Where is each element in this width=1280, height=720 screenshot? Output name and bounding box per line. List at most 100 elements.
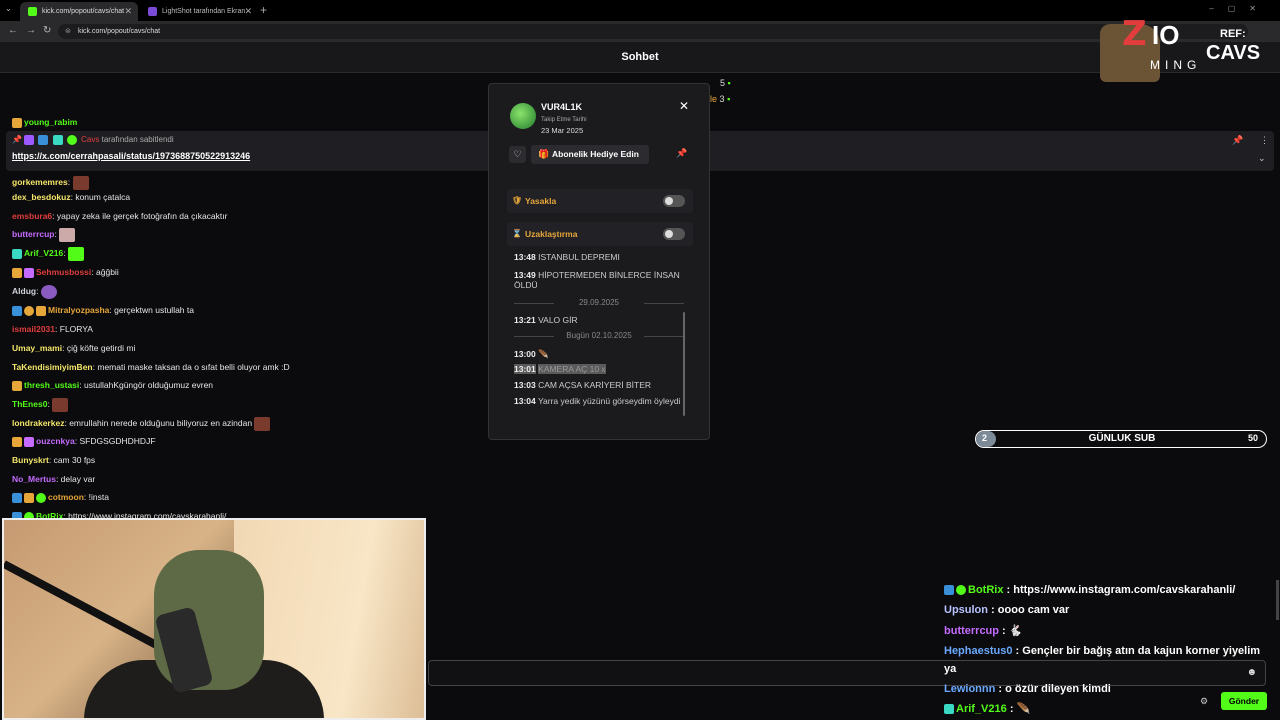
- chat-username: butterrcup: [944, 625, 999, 637]
- chat-username[interactable]: Bunyskrt: [12, 455, 49, 465]
- chat-text: delay var: [60, 474, 96, 484]
- history-item: 13:48 İSTANBUL DEPREMİ: [514, 254, 620, 262]
- gift-subscription-button[interactable]: 🎁 Abonelik Hediye Edin: [531, 145, 649, 164]
- chat-username[interactable]: thresh_ustasi: [24, 380, 79, 390]
- overlay-count-2: 3: [719, 94, 725, 104]
- pinned-meta: 📌 Cavs tarafından sabitlendi: [12, 135, 174, 145]
- frog-emote-icon: [67, 246, 84, 261]
- chat-username: BotRix: [968, 584, 1004, 596]
- pin-user-icon[interactable]: 📌: [676, 148, 687, 159]
- list-item: Bunyskrt: cam 30 fps: [12, 455, 96, 465]
- chat-username[interactable]: ismail2031: [12, 324, 55, 334]
- more-options-icon[interactable]: ⋮: [1260, 135, 1269, 146]
- hourglass-icon: ⌛: [512, 229, 522, 238]
- chat-username[interactable]: butterrcup: [12, 229, 55, 239]
- chat-username[interactable]: gorkememres: [12, 177, 68, 187]
- list-item: Umay_mami: çiğ köfte getirdi mi: [12, 343, 136, 353]
- browser-tab-lightshot[interactable]: LightShot tarafından Ekran Gö... ✕: [140, 2, 258, 34]
- send-button[interactable]: Gönder: [1221, 692, 1267, 710]
- avatar: [510, 103, 536, 129]
- emoji-icon[interactable]: ☻: [1246, 667, 1257, 678]
- list-item: No_Mertus: delay var: [12, 474, 96, 484]
- chat-title: Sohbet: [621, 51, 659, 63]
- mic-badge-icon: [24, 135, 35, 145]
- chat-username: Arif_V216: [956, 703, 1007, 715]
- og-badge-icon: [52, 135, 63, 145]
- pinned-link[interactable]: https://x.com/cerrahpasali/status/197368…: [12, 151, 250, 161]
- kick-favicon-icon: [28, 7, 37, 16]
- follow-heart-button[interactable]: ♡: [509, 146, 526, 163]
- chat-username[interactable]: No_Mertus: [12, 474, 56, 484]
- sub-goal-bar: 2 GÜNLUK SUB 50: [975, 430, 1267, 448]
- sticker-icon: 🐇: [1008, 625, 1023, 637]
- chat-text: FLORYA: [59, 324, 93, 334]
- timeout-toggle[interactable]: [663, 228, 685, 240]
- pinned-by-user[interactable]: Cavs: [81, 135, 99, 144]
- chat-username[interactable]: Umay_mami: [12, 343, 62, 353]
- chat-username[interactable]: dex_besdokuz: [12, 192, 71, 202]
- browser-tab-kick[interactable]: kick.com/popout/cavs/chat ✕: [20, 2, 138, 21]
- chat-username[interactable]: Arif_V216: [24, 248, 63, 258]
- close-tab-icon[interactable]: ✕: [124, 2, 132, 21]
- chat-username: Hephaestus0: [944, 645, 1013, 657]
- browser-tab-bar: ⌄ kick.com/popout/cavs/chat ✕ LightShot …: [0, 0, 1280, 34]
- forward-icon[interactable]: →: [26, 25, 36, 36]
- subscriber-badge-icon: [36, 305, 46, 316]
- close-icon[interactable]: ✕: [679, 99, 689, 113]
- chat-text: çiğ köfte getirdi mi: [66, 343, 136, 353]
- history-item: 13:03 CAM AÇSA KARİYERİ BİTER: [514, 380, 652, 390]
- chat-text: https://www.instagram.com/cavskarahanli/: [1013, 584, 1236, 596]
- ban-toggle[interactable]: [663, 195, 685, 207]
- chat-username[interactable]: ouzcnkya: [36, 436, 75, 446]
- gift-badge-icon: [24, 436, 34, 447]
- sticker-icon: 🪶: [538, 349, 549, 359]
- history-item: 13:49 HİPOTERMEDEN BİNLERCE İNSAN ÖLDÜ: [514, 270, 680, 290]
- logo-io: IO: [1152, 20, 1180, 50]
- history-scrollbar[interactable]: [683, 312, 685, 416]
- broadcaster-badge-icon: [38, 135, 49, 145]
- chevron-down-icon[interactable]: ⌄: [1258, 153, 1266, 164]
- window-controls[interactable]: –▢✕: [1209, 4, 1270, 13]
- close-tab-icon[interactable]: ✕: [244, 2, 252, 21]
- list-item: dex_besdokuz: konum çatalca: [12, 192, 131, 202]
- gear-icon[interactable]: ⚙: [1200, 696, 1208, 707]
- chat-username[interactable]: emsbura6: [12, 211, 52, 221]
- lightshot-favicon-icon: [148, 7, 157, 16]
- site-info-icon[interactable]: ⊜: [65, 24, 71, 39]
- url-field[interactable]: ⊜ kick.com/popout/cavs/chat: [58, 24, 1248, 39]
- chat-username[interactable]: ThEnes0: [12, 399, 47, 409]
- popup-username[interactable]: VUR4L1K: [541, 102, 582, 112]
- chat-username[interactable]: Sehmusbossi: [36, 267, 91, 277]
- list-item: BotRix : https://www.instagram.com/cavsk…: [944, 582, 1235, 598]
- chat-username[interactable]: TaKendisimiyimBen: [12, 362, 93, 372]
- logo-sub: MING: [1150, 58, 1202, 72]
- follow-date: 23 Mar 2025: [541, 126, 584, 135]
- emote-icon: [40, 284, 57, 299]
- chat-username[interactable]: cotmoon: [48, 492, 84, 502]
- chat-input[interactable]: ☻: [428, 660, 1266, 686]
- back-icon[interactable]: ←: [8, 25, 18, 36]
- list-item: thresh_ustasi: ustullahKgüngör olduğumuz…: [12, 378, 213, 392]
- ban-label: Yasakla: [525, 196, 557, 206]
- history-item: 13:04 Yarra yedik yüzünü görseydim öyley…: [514, 396, 681, 406]
- tab-title: kick.com/popout/cavs/chat: [42, 8, 125, 15]
- chat-text: oooo cam var: [997, 604, 1070, 616]
- cat-emote-icon: [59, 227, 76, 242]
- reload-icon[interactable]: ↻: [43, 25, 51, 36]
- unpin-icon[interactable]: 📌: [1232, 135, 1243, 146]
- address-bar: ← → ↻ ⊜ kick.com/popout/cavs/chat: [0, 21, 1280, 42]
- list-item: Arif_V216:: [12, 246, 84, 261]
- sub-badge-icon: [24, 305, 34, 316]
- chat-username[interactable]: Mitralyozpasha: [48, 305, 109, 315]
- list-item: Upsulon : oooo cam var: [944, 604, 1070, 616]
- history-item: 13:01 KAMERA AÇ 10 x: [514, 364, 606, 374]
- chat-username: Lewionnn: [944, 683, 996, 695]
- chat-username[interactable]: londrakerkez: [12, 418, 64, 428]
- tab-list-icon[interactable]: ⌄: [5, 4, 12, 13]
- broadcaster-badge-icon: [12, 305, 22, 316]
- chat-scrollbar[interactable]: [1276, 580, 1279, 620]
- new-tab-icon[interactable]: +: [260, 3, 267, 17]
- chat-username[interactable]: Aldug: [12, 286, 36, 296]
- list-item: londrakerkez: emrullahin nerede olduğunu…: [12, 416, 271, 431]
- chat-text: !insta: [88, 492, 109, 502]
